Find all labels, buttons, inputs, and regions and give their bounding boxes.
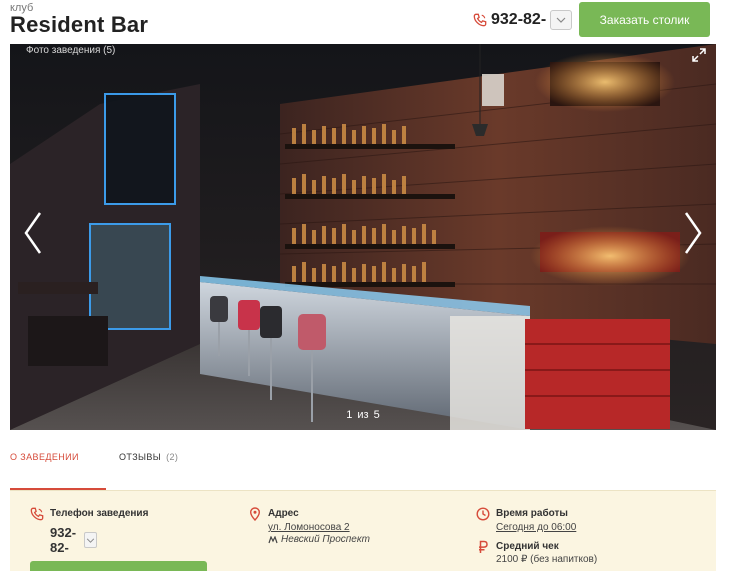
tabs-bar: О ЗАВЕДЕНИИ ОТЗЫВЫ (2) [10, 448, 716, 490]
pin-icon [249, 507, 261, 521]
address-link[interactable]: ул. Ломоносова 2 [268, 522, 350, 533]
clock-icon [476, 507, 490, 521]
info-panel: Телефон заведения 932-82- Адрес ул. Ломо… [10, 490, 716, 571]
ruble-icon [479, 540, 488, 553]
gallery-total: 5 [373, 409, 380, 421]
gallery-next-button[interactable] [678, 208, 708, 258]
address-title: Адрес [268, 508, 299, 519]
show-phone-button[interactable] [550, 10, 573, 30]
photos-count-label: Фото заведения (5) [26, 45, 116, 56]
metro-name: Невский Проспект [281, 534, 371, 545]
book-table-button[interactable]: Заказать столик [579, 2, 710, 37]
photo-gallery[interactable]: Фото заведения (5) 1 из 5 [10, 44, 716, 430]
page: клуб Resident Bar 932-82- Заказать столи… [0, 0, 732, 571]
check-value: 2100 ₽ (без напитков) [496, 554, 598, 565]
bar-interior-photo [10, 44, 716, 430]
show-venue-phone-button[interactable] [83, 532, 98, 548]
gallery-current: 1 [346, 409, 353, 421]
venue-phone[interactable]: 932-82- [50, 525, 98, 555]
header-phone-number: 932-82- [491, 11, 547, 28]
call-action-button[interactable] [30, 561, 207, 571]
header: клуб Resident Bar 932-82- Заказать столи… [0, 0, 732, 48]
phone-icon [30, 507, 44, 521]
phone-icon [473, 13, 487, 27]
hours-title: Время работы [496, 508, 568, 519]
metro-station: Невский Проспект [268, 534, 370, 545]
tab-reviews-count: (2) [166, 452, 179, 462]
tab-about[interactable]: О ЗАВЕДЕНИИ [10, 452, 79, 462]
gallery-separator: из [357, 409, 369, 421]
chevron-down-icon [86, 537, 95, 543]
tab-reviews-label: ОТЗЫВЫ [119, 452, 162, 462]
metro-icon [268, 535, 278, 543]
chevron-right-icon [684, 212, 702, 254]
venue-phone-number: 932-82- [50, 525, 77, 555]
phone-title: Телефон заведения [50, 508, 149, 519]
check-title: Средний чек [496, 541, 559, 552]
chevron-down-icon [556, 17, 566, 23]
expand-icon[interactable] [692, 48, 706, 62]
tab-reviews[interactable]: ОТЗЫВЫ (2) [119, 452, 178, 462]
gallery-counter: 1 из 5 [10, 409, 716, 421]
chevron-left-icon [24, 212, 42, 254]
venue-name: Resident Bar [10, 12, 149, 37]
header-phone[interactable]: 932-82- [473, 10, 573, 30]
hours-link[interactable]: Сегодня до 06:00 [496, 522, 576, 533]
gallery-prev-button[interactable] [18, 208, 48, 258]
